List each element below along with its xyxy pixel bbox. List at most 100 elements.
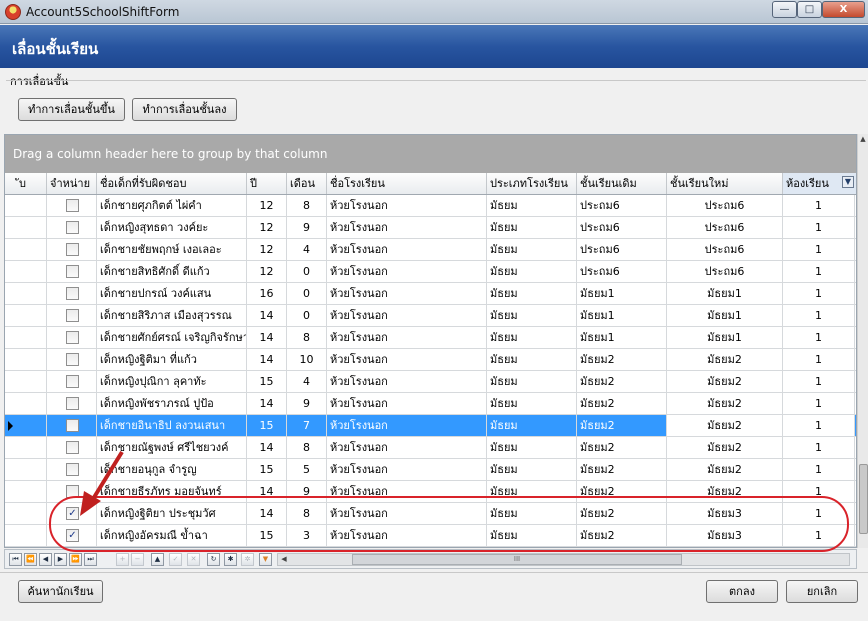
age-months-cell[interactable]: 0 xyxy=(287,305,327,326)
edit-icon[interactable]: ▲ xyxy=(151,553,164,566)
age-years-cell[interactable]: 16 xyxy=(247,283,287,304)
row-indicator[interactable] xyxy=(5,459,17,480)
next-page-icon[interactable]: ⏩ xyxy=(69,553,82,566)
age-years-cell[interactable]: 15 xyxy=(247,415,287,436)
discharge-checkbox[interactable] xyxy=(66,441,79,454)
old-class-cell[interactable]: มัธยม1 xyxy=(577,305,667,326)
age-months-cell[interactable]: 3 xyxy=(287,525,327,546)
room-cell[interactable]: 1 xyxy=(783,459,855,480)
old-class-cell[interactable]: มัธยม2 xyxy=(577,481,667,502)
group-by-panel[interactable]: Drag a column header here to group by th… xyxy=(5,135,856,173)
filter-dropdown-icon[interactable]: ▼ xyxy=(842,176,854,188)
age-months-cell[interactable]: 5 xyxy=(287,459,327,480)
student-name-cell[interactable]: เด็กชายอนุกูล จำรูญ xyxy=(97,459,247,480)
last-record-icon[interactable]: ⏭ xyxy=(84,553,97,566)
school-name-cell[interactable]: ห้วยโรงนอก xyxy=(327,305,487,326)
student-name-cell[interactable]: เด็กชายสิทธิศักดิ์ ดีแก้ว xyxy=(97,261,247,282)
age-months-cell[interactable]: 9 xyxy=(287,393,327,414)
old-class-cell[interactable]: มัธยม2 xyxy=(577,525,667,546)
row-indicator[interactable] xyxy=(5,503,17,524)
new-class-cell[interactable]: มัธยม2 xyxy=(667,459,783,480)
new-class-cell[interactable]: มัธยม2 xyxy=(667,437,783,458)
age-months-cell[interactable]: 9 xyxy=(287,481,327,502)
next-record-icon[interactable]: ▶ xyxy=(54,553,67,566)
discharge-checkbox[interactable]: ✓ xyxy=(66,507,79,520)
scroll-left-icon[interactable]: ◀ xyxy=(278,554,290,565)
student-name-cell[interactable]: เด็กชายสิริภาส เมืองสุวรรณ xyxy=(97,305,247,326)
age-years-cell[interactable]: 15 xyxy=(247,371,287,392)
prev-page-icon[interactable]: ⏪ xyxy=(24,553,37,566)
row-indicator[interactable] xyxy=(5,283,17,304)
row-indicator[interactable] xyxy=(5,525,17,546)
table-row[interactable]: เด็กหญิงสุทธดา วงค์ยะ 12 9 ห้วยโรงนอก มัธยมป… xyxy=(5,217,856,239)
row-indicator[interactable] xyxy=(5,393,17,414)
horizontal-scroll-thumb[interactable]: III xyxy=(352,554,682,565)
close-button[interactable]: X xyxy=(822,1,865,18)
ok-button[interactable]: ตกลง xyxy=(706,580,778,603)
old-class-cell[interactable]: มัธยม2 xyxy=(577,349,667,370)
append-icon[interactable]: + xyxy=(116,553,129,566)
age-years-cell[interactable]: 15 xyxy=(247,459,287,480)
school-type-cell[interactable]: มัธยม xyxy=(487,503,577,524)
age-months-cell[interactable]: 0 xyxy=(287,283,327,304)
school-type-cell[interactable]: มัธยม xyxy=(487,327,577,348)
cancel-button[interactable]: ยกเลิก xyxy=(786,580,858,603)
demote-button[interactable]: ทำการเลื่อนชั้นลง xyxy=(132,98,237,121)
column-header-child-name[interactable]: ชื่อเด็กที่รับผิดชอบ xyxy=(97,173,247,194)
discharge-checkbox[interactable] xyxy=(66,397,79,410)
column-header-month[interactable]: เดือน xyxy=(287,173,327,194)
column-header-new-class[interactable]: ชั้นเรียนใหม่ xyxy=(667,173,783,194)
row-indicator[interactable] xyxy=(5,217,17,238)
discharge-checkbox[interactable] xyxy=(66,353,79,366)
room-cell[interactable]: 1 xyxy=(783,371,855,392)
room-cell[interactable]: 1 xyxy=(783,305,855,326)
new-class-cell[interactable]: มัธยม2 xyxy=(667,415,783,436)
age-months-cell[interactable]: 10 xyxy=(287,349,327,370)
student-name-cell[interactable]: เด็กชายศักย์ศรณ์ เจริญกิจรักษา xyxy=(97,327,247,348)
old-class-cell[interactable]: มัธยม1 xyxy=(577,283,667,304)
horizontal-scrollbar[interactable]: ◀ III xyxy=(277,553,850,566)
row-indicator[interactable] xyxy=(5,415,17,436)
age-years-cell[interactable]: 15 xyxy=(247,525,287,546)
row-indicator[interactable] xyxy=(5,349,17,370)
post-icon[interactable]: ✓ xyxy=(169,553,182,566)
school-name-cell[interactable]: ห้วยโรงนอก xyxy=(327,261,487,282)
prev-record-icon[interactable]: ◀ xyxy=(39,553,52,566)
new-class-cell[interactable]: ประถม6 xyxy=(667,239,783,260)
school-type-cell[interactable]: มัธยม xyxy=(487,195,577,216)
discharge-checkbox[interactable] xyxy=(66,375,79,388)
delete-icon[interactable]: − xyxy=(131,553,144,566)
room-cell[interactable]: 1 xyxy=(783,349,855,370)
new-class-cell[interactable]: มัธยม3 xyxy=(667,503,783,524)
table-row[interactable]: เด็กชายปกรณ์ วงค์แสน 16 0 ห้วยโรงนอก มัธยม มั… xyxy=(5,283,856,305)
discharge-checkbox[interactable] xyxy=(66,265,79,278)
school-name-cell[interactable]: ห้วยโรงนอก xyxy=(327,239,487,260)
table-row[interactable]: เด็กชายณัฐพงษ์ ศรีไชยวงค์ 14 8 ห้วยโรงนอก มั… xyxy=(5,437,856,459)
promote-button[interactable]: ทำการเลื่อนชั้นขึ้น xyxy=(18,98,125,121)
discharge-checkbox[interactable] xyxy=(66,419,79,432)
student-name-cell[interactable]: เด็กหญิงสุทธดา วงค์ยะ xyxy=(97,217,247,238)
new-class-cell[interactable]: มัธยม1 xyxy=(667,283,783,304)
room-cell[interactable]: 1 xyxy=(783,503,855,524)
discharge-checkbox[interactable] xyxy=(66,485,79,498)
row-indicator[interactable] xyxy=(5,305,17,326)
new-class-cell[interactable]: มัธยม2 xyxy=(667,481,783,502)
school-type-cell[interactable]: มัธยม xyxy=(487,239,577,260)
age-months-cell[interactable]: 8 xyxy=(287,327,327,348)
school-type-cell[interactable]: มัธยม xyxy=(487,437,577,458)
row-indicator[interactable] xyxy=(5,195,17,216)
school-name-cell[interactable]: ห้วยโรงนอก xyxy=(327,503,487,524)
table-row[interactable]: เด็กหญิงพัชราภรณ์ ปูป้อ 14 9 ห้วยโรงนอก มัธย… xyxy=(5,393,856,415)
new-class-cell[interactable]: ประถม6 xyxy=(667,217,783,238)
row-indicator[interactable] xyxy=(5,327,17,348)
age-years-cell[interactable]: 14 xyxy=(247,437,287,458)
school-type-cell[interactable]: มัธยม xyxy=(487,349,577,370)
column-header-school-type[interactable]: ประเภทโรงเรียน xyxy=(487,173,577,194)
room-cell[interactable]: 1 xyxy=(783,327,855,348)
scroll-up-icon[interactable]: ▲ xyxy=(858,135,868,146)
old-class-cell[interactable]: มัธยม1 xyxy=(577,327,667,348)
new-class-cell[interactable]: มัธยม3 xyxy=(667,525,783,546)
table-row[interactable]: เด็กชายธีรภัทร มอยจันทร์ 14 9 ห้วยโรงนอก มัธ… xyxy=(5,481,856,503)
vertical-scrollbar[interactable]: ▲ xyxy=(857,134,868,548)
room-cell[interactable]: 1 xyxy=(783,283,855,304)
